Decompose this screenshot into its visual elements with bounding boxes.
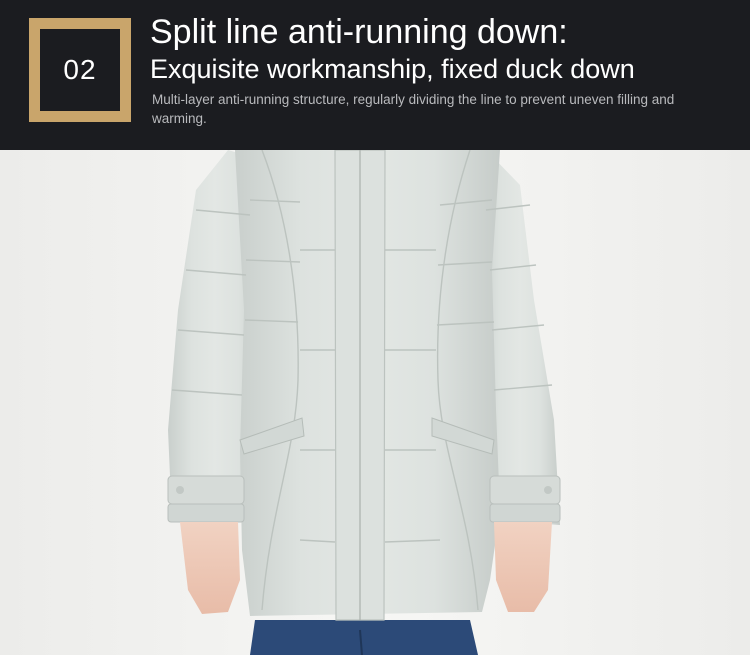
right-cuff-button bbox=[544, 486, 552, 494]
jeans bbox=[250, 620, 478, 655]
product-photo bbox=[0, 150, 750, 655]
feature-subtitle: Exquisite workmanship, fixed duck down bbox=[150, 54, 635, 84]
left-cuff-button bbox=[176, 486, 184, 494]
coat-illustration bbox=[167, 150, 561, 655]
feature-number-badge: 02 bbox=[29, 18, 131, 122]
feature-number: 02 bbox=[63, 54, 97, 85]
right-hand bbox=[494, 522, 552, 612]
left-hand bbox=[180, 522, 240, 614]
feature-header: 02 Split line anti-running down: Exquisi… bbox=[0, 0, 750, 150]
badge-inner: 02 bbox=[40, 29, 120, 111]
feature-title: Split line anti-running down: bbox=[150, 13, 568, 51]
feature-description: Multi-layer anti-running structure, regu… bbox=[152, 92, 675, 126]
product-detail-panel: 02 Split line anti-running down: Exquisi… bbox=[0, 0, 750, 655]
